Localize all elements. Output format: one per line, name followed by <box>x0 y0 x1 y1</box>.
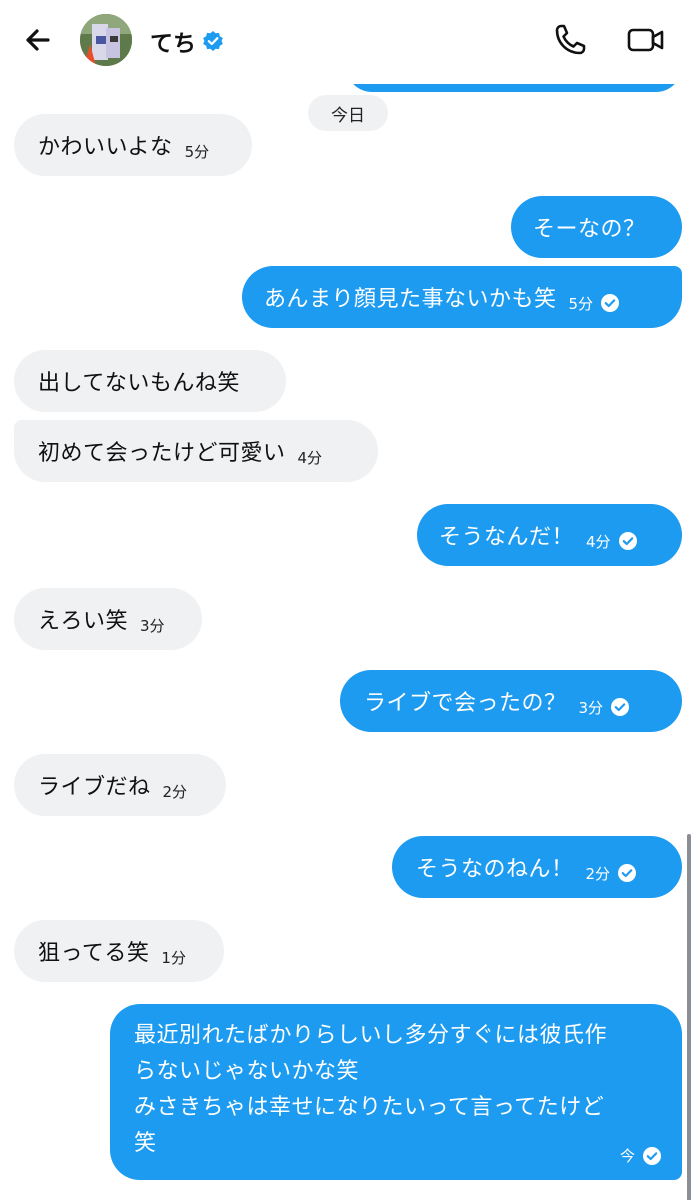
avatar-image <box>80 14 132 66</box>
date-divider: 今日 <box>308 95 388 131</box>
message-meta: 2分 <box>586 863 638 884</box>
contact-name: てち <box>150 31 196 57</box>
message-text: 狙ってる笑 <box>38 941 150 966</box>
read-receipt-icon <box>618 532 637 550</box>
message-text: ライブだね <box>38 775 151 800</box>
message-text-line: みさきちゃは幸せになりたいって言ってたけど <box>134 1095 605 1120</box>
message-meta: 今 <box>620 1145 662 1166</box>
avatar[interactable] <box>80 14 132 66</box>
message-timestamp: 3分 <box>140 616 165 635</box>
message-timestamp: 今 <box>619 1147 635 1165</box>
read-receipt-icon <box>643 1146 661 1165</box>
message-bubble-outgoing[interactable]: そうなんだ！ 4分 <box>417 504 682 566</box>
message-text: そうなんだ！ <box>439 525 575 550</box>
message-bubble-incoming[interactable]: 狙ってる笑 1分 <box>14 920 224 982</box>
message-bubble-incoming[interactable]: 出してないもんね笑 <box>14 350 286 412</box>
message-text: そーなの？ <box>533 217 646 242</box>
message-timestamp: 3分 <box>578 698 604 717</box>
message-bubble-outgoing[interactable]: そーなの？ <box>511 196 682 258</box>
phone-icon[interactable] <box>552 22 588 58</box>
message-meta: 4分 <box>586 531 638 552</box>
message-bubble-incoming[interactable]: 初めて会ったけど可愛い 4分 <box>14 420 378 482</box>
message-bubble-outgoing[interactable]: そうなのねん！ 2分 <box>392 836 682 898</box>
message-bubble-outgoing[interactable]: ライブで会ったの？ 3分 <box>340 670 682 732</box>
dm-conversation-screen: てち 今日 かわいいよな 5分 そーなの？ あんまり顔見た事ないかも笑 5分 出… <box>0 0 696 1200</box>
message-text: そうなのねん！ <box>416 857 574 882</box>
back-arrow-icon[interactable] <box>18 20 58 60</box>
message-text: えろい笑 <box>38 609 129 634</box>
message-text: ライブで会ったの？ <box>364 691 567 716</box>
message-text-line: 最近別れたばかりらしいし多分すぐには彼氏作 <box>134 1023 607 1048</box>
message-timestamp: 2分 <box>162 782 188 801</box>
message-bubble-incoming[interactable]: かわいいよな 5分 <box>14 114 252 176</box>
message-timestamp: 1分 <box>161 948 186 967</box>
message-timestamp: 4分 <box>297 448 323 467</box>
message-text: かわいいよな <box>38 135 173 160</box>
read-receipt-icon <box>618 864 637 882</box>
message-bubble-incoming[interactable]: ライブだね 2分 <box>14 754 226 816</box>
message-timestamp: 2分 <box>585 864 611 883</box>
scrollbar[interactable] <box>687 834 691 1200</box>
video-camera-icon[interactable] <box>626 22 666 58</box>
read-receipt-icon <box>601 294 620 312</box>
message-bubble-outgoing[interactable]: あんまり顔見た事ないかも笑 5分 <box>242 266 682 328</box>
message-bubble-incoming[interactable]: えろい笑 3分 <box>14 588 202 650</box>
message-timestamp: 5分 <box>184 142 210 161</box>
read-receipt-icon <box>611 698 630 716</box>
message-timestamp: 5分 <box>568 294 594 313</box>
message-bubble-outgoing-multiline[interactable]: 最近別れたばかりらしいし多分すぐには彼氏作 らないじゃないかな笑 みさきちゃは幸… <box>110 1004 682 1180</box>
verified-badge-icon <box>203 31 223 51</box>
message-text-line: らないじゃないかな笑 <box>134 1059 360 1084</box>
message-text: 出してないもんね笑 <box>38 371 240 396</box>
contact-name-group[interactable]: てち <box>150 24 224 58</box>
message-text-line: 笑 <box>134 1131 157 1156</box>
message-text: 初めて会ったけど可愛い <box>38 441 286 466</box>
message-timestamp: 4分 <box>586 532 611 551</box>
message-meta: 5分 <box>569 293 621 314</box>
message-text: あんまり顔見た事ないかも笑 <box>264 287 557 312</box>
conversation-header: てち <box>0 0 696 84</box>
message-meta: 3分 <box>579 697 631 718</box>
